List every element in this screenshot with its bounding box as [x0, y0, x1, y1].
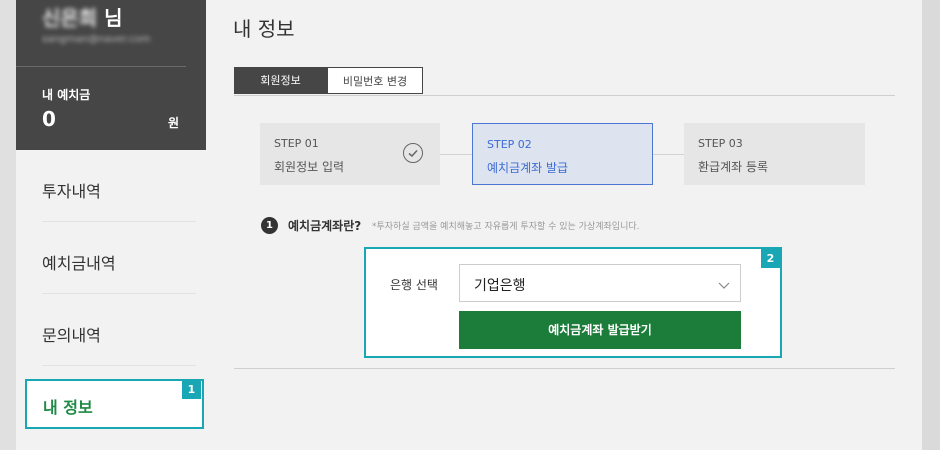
deposit-unit: 원: [168, 116, 180, 130]
masked-user-name: 신은희: [42, 6, 98, 30]
tab-member-info[interactable]: 회원정보: [234, 67, 327, 94]
account-issue-form: 2 은행 선택 기업은행 예치금계좌 발급받기: [364, 247, 782, 358]
step-number: STEP 01: [274, 137, 319, 150]
sidebar-item-investments[interactable]: 투자내역: [42, 150, 196, 222]
sidebar-item-inquiries[interactable]: 문의내역: [42, 294, 196, 366]
menu-label: 투자내역: [42, 182, 101, 201]
step-connector: [652, 154, 684, 155]
step-number: STEP 03: [698, 137, 743, 150]
sidebar: 신은희 님 sangman@naver.com 내 예치금 0 원 투자내역 예…: [16, 0, 206, 450]
step-badge: 1: [182, 380, 201, 399]
deposit-label: 내 예치금: [42, 88, 91, 102]
divider: [234, 368, 895, 369]
menu-label: 예치금내역: [42, 254, 116, 273]
bank-select-value: 기업은행: [474, 278, 526, 294]
masked-user-email: sangman@naver.com: [42, 34, 151, 45]
menu-label: 문의내역: [42, 326, 101, 345]
check-circle-icon: [403, 143, 423, 163]
tab-change-password[interactable]: 비밀번호 변경: [327, 67, 423, 94]
main-content: 내 정보 회원정보 비밀번호 변경 STEP 01 회원정보 입력 STEP 0…: [206, 0, 922, 450]
step-number: STEP 02: [487, 138, 532, 151]
user-name: 신은희 님: [42, 2, 123, 31]
issue-account-button[interactable]: 예치금계좌 발급받기: [459, 311, 741, 349]
step-badge: 2: [761, 249, 780, 268]
step-2: STEP 02 예치금계좌 발급: [472, 123, 653, 185]
bank-select-label: 은행 선택: [390, 278, 438, 292]
divider: [16, 66, 186, 67]
scroll-area: [922, 0, 940, 450]
step-connector: [440, 154, 472, 155]
deposit-value: 0: [42, 107, 56, 131]
info-number-icon: 1: [261, 217, 278, 234]
step-1: STEP 01 회원정보 입력: [260, 123, 440, 185]
tab-divider: [234, 95, 895, 96]
bank-select[interactable]: 기업은행: [459, 264, 741, 302]
menu-label: 내 정보: [43, 398, 93, 417]
user-suffix: 님: [104, 6, 123, 30]
step-title: 예치금계좌 발급: [487, 161, 569, 175]
account-summary: 신은희 님 sangman@naver.com 내 예치금 0 원: [16, 0, 206, 150]
step-title: 환급계좌 등록: [698, 160, 769, 174]
step-3: STEP 03 환급계좌 등록: [684, 123, 865, 185]
info-title: 예치금계좌란?: [288, 219, 362, 233]
sidebar-item-deposits[interactable]: 예치금내역: [42, 222, 196, 294]
chevron-down-icon: [718, 276, 730, 295]
page-title: 내 정보: [233, 17, 295, 41]
sidebar-item-my-info[interactable]: 내 정보 1: [25, 379, 204, 429]
step-title: 회원정보 입력: [274, 160, 345, 174]
info-description: *투자하실 금액을 예치해놓고 자유롭게 투자할 수 있는 가상계좌입니다.: [372, 222, 640, 232]
